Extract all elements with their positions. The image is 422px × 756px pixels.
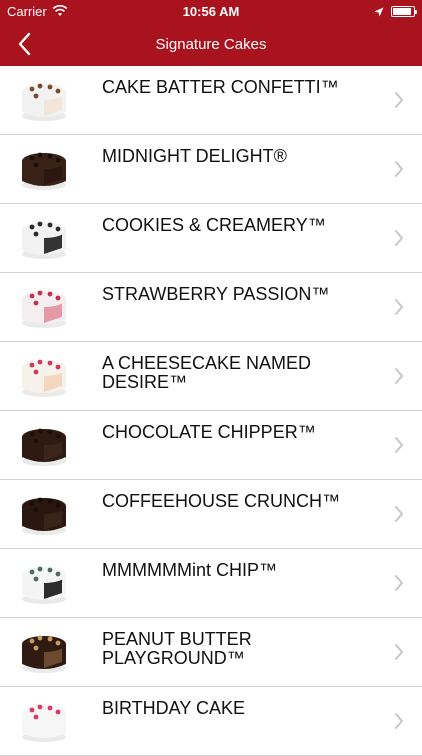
navigation-bar: Signature Cakes: [0, 22, 422, 66]
list-item[interactable]: MIDNIGHT DELIGHT®: [0, 135, 422, 204]
list-item[interactable]: COOKIES & CREAMERY™: [0, 204, 422, 273]
cake-name: CHOCOLATE CHIPPER™: [102, 422, 316, 442]
list-item[interactable]: CHOCOLATE CHIPPER™: [0, 411, 422, 480]
battery-icon: [391, 6, 417, 17]
location-arrow-icon: [374, 5, 384, 20]
cake-name: PEANUT BUTTER PLAYGROUND™: [102, 629, 252, 668]
cake-thumbnail-icon: [16, 421, 72, 469]
list-item[interactable]: CAKE BATTER CONFETTI™: [0, 66, 422, 135]
chevron-right-icon: [394, 91, 404, 109]
chevron-right-icon: [394, 436, 404, 454]
chevron-right-icon: [394, 229, 404, 247]
cake-name: BIRTHDAY CAKE: [102, 698, 246, 718]
chevron-right-icon: [394, 367, 404, 385]
chevron-right-icon: [394, 712, 404, 730]
list-item[interactable]: COFFEEHOUSE CRUNCH™: [0, 480, 422, 549]
list-item[interactable]: BIRTHDAY CAKE: [0, 687, 422, 756]
list-item[interactable]: MMMMMMint CHIP™: [0, 549, 422, 618]
chevron-right-icon: [394, 643, 404, 661]
cake-name: MIDNIGHT DELIGHT®: [102, 146, 287, 166]
chevron-right-icon: [394, 298, 404, 316]
cake-name: A CHEESECAKE NAMED DESIRE™: [102, 353, 312, 392]
list-item[interactable]: PEANUT BUTTER PLAYGROUND™: [0, 618, 422, 687]
cake-thumbnail-icon: [16, 490, 72, 538]
page-title: Signature Cakes: [155, 36, 267, 53]
cake-thumbnail-icon: [16, 559, 72, 607]
cake-thumbnail-icon: [16, 214, 72, 262]
list-item[interactable]: STRAWBERRY PASSION™: [0, 273, 422, 342]
cake-thumbnail-icon: [16, 145, 72, 193]
list-item[interactable]: A CHEESECAKE NAMED DESIRE™: [0, 342, 422, 411]
chevron-right-icon: [394, 505, 404, 523]
cake-name: CAKE BATTER CONFETTI™: [102, 77, 339, 97]
status-bar: Carrier 10:56 AM: [0, 0, 422, 22]
cake-name: COFFEEHOUSE CRUNCH™: [102, 491, 341, 511]
top-bar: Carrier 10:56 AM Signature Cakes: [0, 0, 422, 66]
cake-thumbnail-icon: [16, 352, 72, 400]
chevron-right-icon: [394, 574, 404, 592]
cake-name: MMMMMMint CHIP™: [102, 560, 277, 580]
cake-thumbnail-icon: [16, 283, 72, 331]
cake-list: CAKE BATTER CONFETTI™ MIDNIGHT DELIGHT® CO…: [0, 66, 422, 756]
cake-thumbnail-icon: [16, 628, 72, 676]
cake-name: STRAWBERRY PASSION™: [102, 284, 330, 304]
chevron-right-icon: [394, 160, 404, 178]
cake-thumbnail-icon: [16, 697, 72, 745]
clock: 10:56 AM: [182, 4, 240, 19]
cake-name: COOKIES & CREAMERY™: [102, 215, 326, 235]
cake-thumbnail-icon: [16, 76, 72, 124]
